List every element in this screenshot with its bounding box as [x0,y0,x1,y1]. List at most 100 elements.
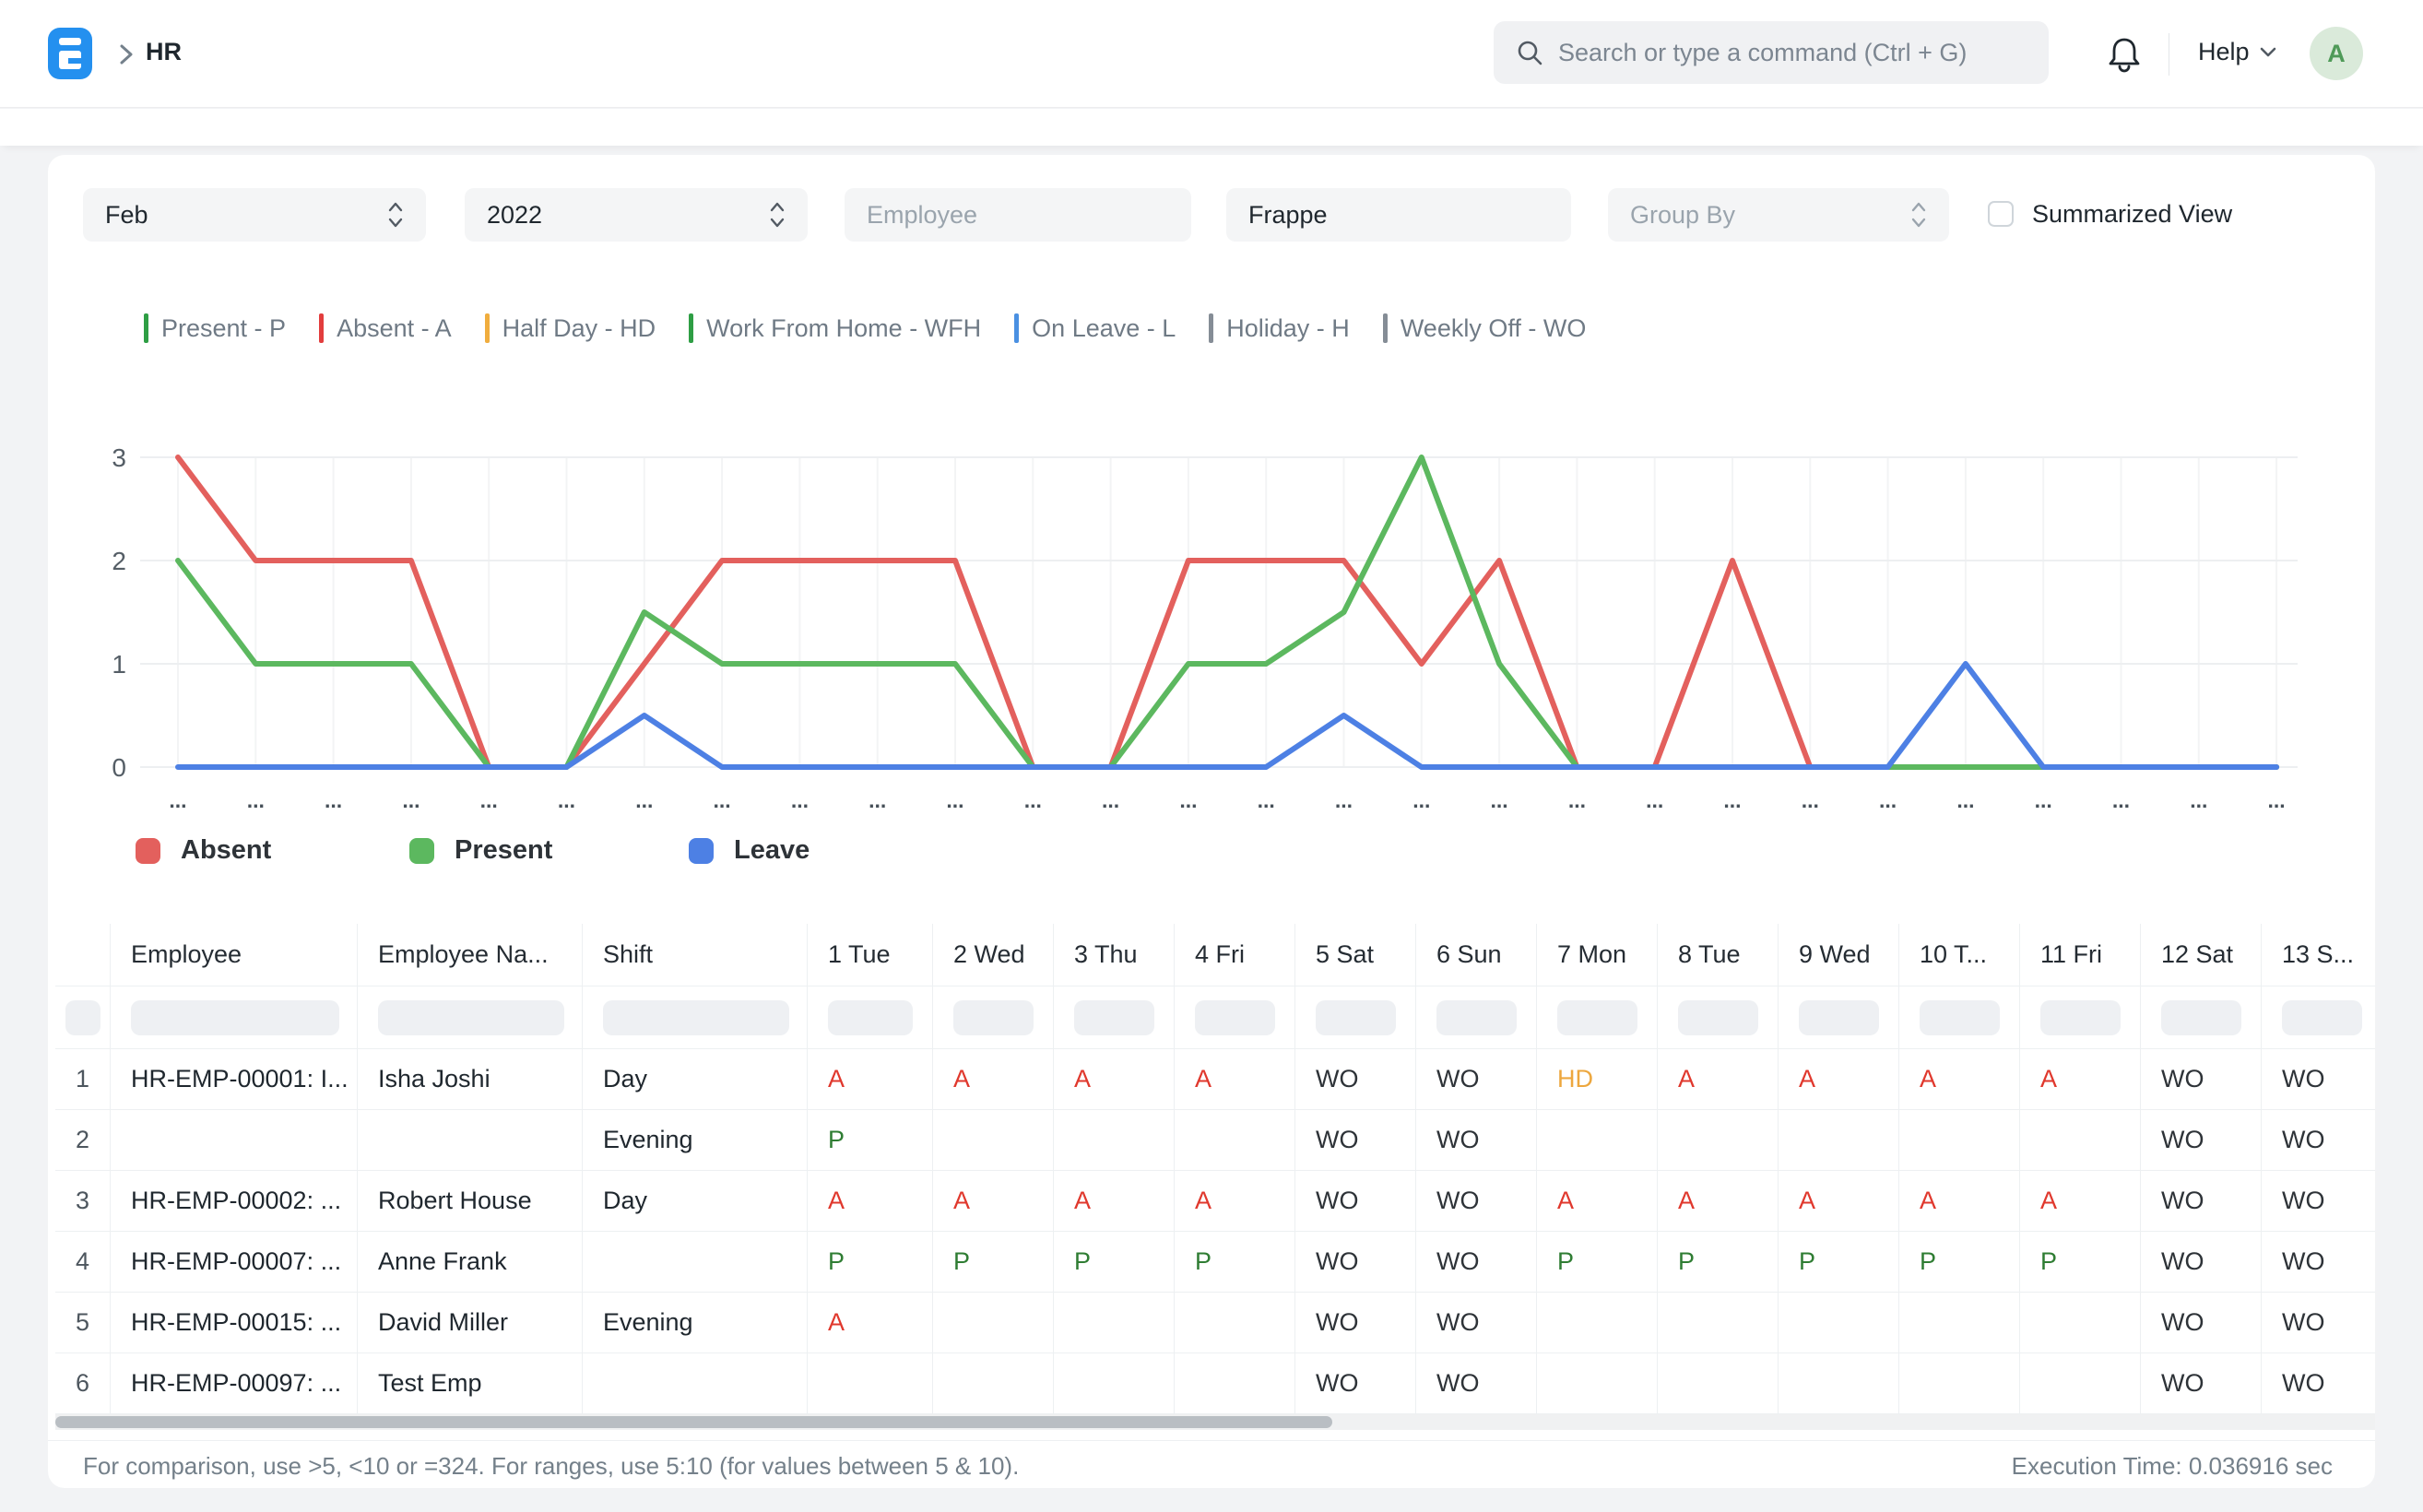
employee-id-cell: HR-EMP-00007: ... [111,1232,358,1293]
status-legend-label: On Leave - L [1032,313,1176,342]
column-filter-input[interactable] [1195,999,1275,1035]
chart-legend-label: Present [455,835,553,865]
header-cell[interactable]: 6 Sun [1416,924,1537,986]
status-legend-bar-icon [484,313,490,343]
x-axis-tick-label: ... [714,788,731,812]
breadcrumb[interactable]: HR [146,38,182,66]
column-filter-input[interactable] [2040,999,2121,1035]
employee-id-cell: HR-EMP-00001: I... [111,1049,358,1110]
attendance-status-cell: WO [2262,1171,2375,1232]
header-cell[interactable]: 9 Wed [1779,924,1899,986]
header-cell[interactable]: 11 Fri [2020,924,2141,986]
attendance-status-cell [1054,1293,1175,1353]
header-cell[interactable]: 7 Mon [1537,924,1658,986]
attendance-status-cell: A [933,1049,1054,1110]
column-filter-input[interactable] [1799,999,1879,1035]
header-cell[interactable]: 8 Tue [1658,924,1779,986]
x-axis-tick-label: ... [2190,788,2207,812]
select-updown-icon [1911,202,1926,228]
chart-legend-item: Absent [136,835,271,866]
x-axis-tick-label: ... [2268,788,2286,812]
attendance-status-cell: A [1779,1049,1899,1110]
column-filter-input[interactable] [1074,999,1154,1035]
top-navbar: HR Search or type a command (Ctrl + G) H… [0,0,2423,108]
column-filter-input[interactable] [2282,999,2362,1035]
header-cell[interactable]: 2 Wed [933,924,1054,986]
attendance-status-cell [808,1353,933,1414]
shift-cell [583,1232,808,1293]
row-number: 2 [55,1110,111,1171]
column-filter-input[interactable] [828,999,913,1035]
header-cell[interactable]: 3 Thu [1054,924,1175,986]
chart-legend-label: Leave [734,835,810,865]
attendance-status-cell [1175,1293,1295,1353]
x-axis-tick-label: ... [791,788,809,812]
header-cell[interactable]: Shift [583,924,808,986]
filter-cell [1658,986,1779,1049]
group-by-select[interactable]: Group By [1608,188,1949,242]
header-cell[interactable]: 10 T... [1899,924,2020,986]
column-filter-input[interactable] [131,999,339,1035]
x-axis-tick-label: ... [1024,788,1042,812]
year-select[interactable]: 2022 [465,188,808,242]
group-by-placeholder: Group By [1630,200,1736,229]
header-cell[interactable]: 4 Fri [1175,924,1295,986]
attendance-status-cell [1537,1110,1658,1171]
header-cell[interactable]: Employee Na... [358,924,583,986]
column-filter-input[interactable] [603,999,789,1035]
y-axis-tick-label: 3 [112,443,126,472]
header-cell[interactable]: 12 Sat [2141,924,2262,986]
x-axis-tick-label: ... [635,788,653,812]
employee-id-cell [111,1110,358,1171]
status-legend-label: Half Day - HD [502,313,656,342]
column-filter-input[interactable] [1557,999,1637,1035]
header-cell[interactable]: Employee [111,924,358,986]
column-filter-input[interactable] [65,999,100,1035]
column-filter-input[interactable] [1920,999,2000,1035]
attendance-status-cell: A [2020,1171,2141,1232]
row-number: 4 [55,1232,111,1293]
filter-cell [111,986,358,1049]
attendance-status-cell: WO [2141,1171,2262,1232]
x-axis-tick-label: ... [1723,788,1741,812]
column-filter-input[interactable] [953,999,1034,1035]
column-filter-input[interactable] [1316,999,1396,1035]
horizontal-scrollbar[interactable] [55,1414,2375,1430]
filter-cell [2020,986,2141,1049]
status-legend-bar-icon [1209,313,1214,343]
search-input[interactable]: Search or type a command (Ctrl + G) [1494,21,2049,84]
filter-cell [808,986,933,1049]
shift-cell: Day [583,1171,808,1232]
attendance-status-cell [1899,1353,2020,1414]
column-filter-input[interactable] [1678,999,1758,1035]
avatar[interactable]: A [2310,27,2363,80]
header-cell[interactable]: 5 Sat [1295,924,1416,986]
status-legend-label: Work From Home - WFH [706,313,982,342]
employee-input-placeholder: Employee [867,200,978,229]
x-axis-tick-label: ... [1102,788,1119,812]
attendance-status-cell: A [1658,1049,1779,1110]
column-filter-input[interactable] [2161,999,2241,1035]
filter-cell [358,986,583,1049]
x-axis-tick-label: ... [2112,788,2130,812]
summarized-view-checkbox[interactable] [1988,201,2014,227]
x-axis-tick-label: ... [1179,788,1197,812]
month-select[interactable]: Feb [83,188,426,242]
company-input[interactable]: Frappe [1226,188,1571,242]
column-filter-input[interactable] [1436,999,1517,1035]
report-footer: For comparison, use >5, <10 or =324. For… [48,1440,2375,1488]
status-legend-bar-icon [319,313,325,343]
help-menu[interactable]: Help [2198,38,2277,66]
status-legend-label: Holiday - H [1226,313,1350,342]
attendance-status-cell: HD [1537,1049,1658,1110]
employee-input[interactable]: Employee [845,188,1191,242]
attendance-status-cell: A [1899,1049,2020,1110]
column-filter-input[interactable] [378,999,564,1035]
header-cell[interactable]: 1 Tue [808,924,933,986]
scrollbar-thumb[interactable] [55,1416,1332,1428]
header-cell[interactable]: 13 S... [2262,924,2375,986]
erpnext-logo[interactable] [48,28,92,79]
notification-bell-icon[interactable] [2106,35,2143,76]
employee-id-cell: HR-EMP-00015: ... [111,1293,358,1353]
shift-cell [583,1353,808,1414]
